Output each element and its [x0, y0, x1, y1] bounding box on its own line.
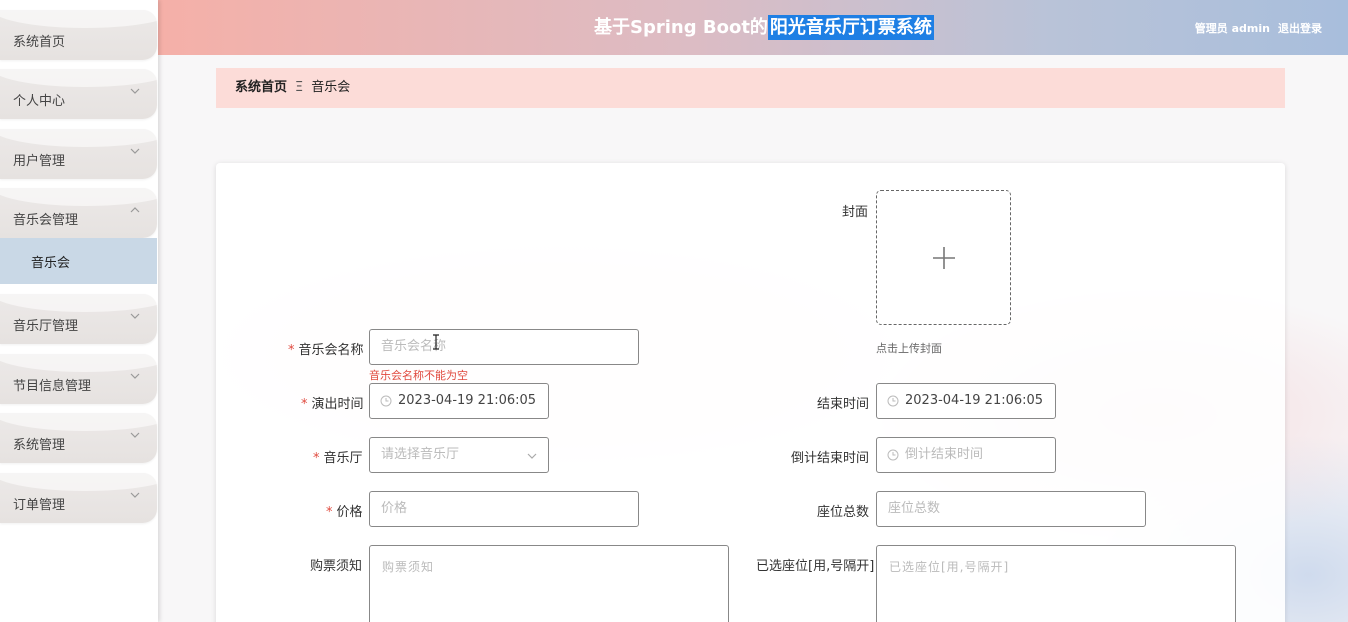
clock-icon	[380, 395, 392, 407]
concert-form: 封面 点击上传封面 * 音乐会名称 音乐会名称 音乐会名称不能为空 * 演出时间 2…	[216, 163, 1285, 622]
end-time-value: 2023-04-19 21:06:05	[905, 393, 1044, 408]
end-time-label: 结束时间	[817, 397, 870, 412]
sidebar-item-personal-center[interactable]: 个人中心	[0, 69, 157, 119]
hall-label: * 音乐厅	[313, 451, 363, 466]
sidebar-item-user-management[interactable]: 用户管理	[0, 129, 157, 179]
sidebar-item-label: 用户管理	[13, 154, 66, 169]
seats-total-input[interactable]: 座位总数	[876, 491, 1146, 527]
sidebar-item-label: 个人中心	[13, 94, 66, 109]
cover-upload-hint: 点击上传封面	[876, 342, 942, 355]
text-cursor-icon	[433, 334, 439, 350]
header-user-area: 管理员 admin 退出登录	[1187, 20, 1322, 36]
countdown-label: 倒计结束时间	[791, 451, 870, 466]
plus-icon	[933, 247, 955, 269]
cover-upload-button[interactable]	[876, 190, 1011, 325]
sidebar-item-label: 订单管理	[13, 498, 66, 513]
app-title: 基于Spring Boot的 阳光音乐厅订票系统	[594, 8, 934, 48]
concert-name-input[interactable]: 音乐会名称	[369, 329, 639, 365]
sidebar-item-label: 音乐厅管理	[13, 319, 79, 334]
clock-icon	[887, 449, 899, 461]
breadcrumb-separator: Ξ	[295, 80, 304, 95]
selected-seats-textarea[interactable]: 已选座位[用,号隔开]	[876, 545, 1236, 622]
cover-label: 封面	[842, 205, 869, 220]
concert-name-label: * 音乐会名称	[288, 343, 364, 358]
sidebar-item-label: 系统管理	[13, 438, 66, 453]
concert-name-error: 音乐会名称不能为空	[369, 369, 468, 382]
clock-icon	[887, 395, 899, 407]
start-time-picker[interactable]: 2023-04-19 21:06:05	[369, 383, 549, 419]
sidebar-subitem-concert[interactable]: 音乐会	[0, 238, 157, 284]
price-label: * 价格	[326, 505, 363, 520]
chevron-down-icon	[130, 373, 140, 379]
start-time-value: 2023-04-19 21:06:05	[398, 393, 537, 408]
price-input[interactable]: 价格	[369, 491, 639, 527]
sidebar: 系统首页 个人中心 用户管理 音乐会管理 音乐会 音乐厅管理 节目信息管理 系统…	[0, 0, 158, 622]
notice-label: 购票须知	[310, 559, 363, 574]
app-title-prefix: 基于Spring Boot的	[594, 17, 768, 38]
chevron-down-icon	[130, 492, 140, 498]
sidebar-item-hall-management[interactable]: 音乐厅管理	[0, 294, 157, 344]
seats-total-label: 座位总数	[817, 505, 870, 520]
sidebar-item-system-management[interactable]: 系统管理	[0, 413, 157, 463]
breadcrumb: 系统首页 Ξ 音乐会	[216, 68, 1285, 108]
chevron-down-icon	[527, 453, 537, 459]
sidebar-item-home[interactable]: 系统首页	[0, 10, 157, 60]
chevron-down-icon	[130, 88, 140, 94]
chevron-down-icon	[130, 432, 140, 438]
app-title-highlight: 阳光音乐厅订票系统	[767, 15, 934, 40]
end-time-picker[interactable]: 2023-04-19 21:06:05	[876, 383, 1056, 419]
sidebar-item-order-management[interactable]: 订单管理	[0, 473, 157, 523]
countdown-picker[interactable]: 倒计结束时间	[876, 437, 1056, 473]
hall-select-placeholder: 请选择音乐厅	[381, 447, 460, 462]
top-header: 基于Spring Boot的 阳光音乐厅订票系统 管理员 admin 退出登录	[158, 0, 1348, 55]
chevron-down-icon	[130, 148, 140, 154]
sidebar-subitem-label: 音乐会	[31, 256, 71, 271]
sidebar-item-program-management[interactable]: 节目信息管理	[0, 354, 157, 404]
selected-seats-label: 已选座位[用,号隔开]	[756, 559, 875, 574]
current-user: 管理员 admin	[1194, 22, 1270, 35]
sidebar-item-label: 音乐会管理	[13, 213, 79, 228]
breadcrumb-home[interactable]: 系统首页	[235, 80, 287, 95]
chevron-up-icon	[130, 207, 140, 213]
chevron-down-icon	[130, 313, 140, 319]
breadcrumb-current: 音乐会	[311, 80, 351, 95]
logout-link[interactable]: 退出登录	[1278, 22, 1322, 35]
sidebar-item-concert-management[interactable]: 音乐会管理	[0, 188, 157, 238]
countdown-placeholder: 倒计结束时间	[905, 447, 984, 462]
hall-select[interactable]: 请选择音乐厅	[369, 437, 549, 473]
required-mark: *	[288, 343, 295, 358]
sidebar-item-label: 节目信息管理	[13, 379, 92, 394]
start-time-label: * 演出时间	[301, 397, 364, 412]
sidebar-item-label: 系统首页	[13, 35, 66, 50]
notice-textarea[interactable]: 购票须知	[369, 545, 729, 622]
